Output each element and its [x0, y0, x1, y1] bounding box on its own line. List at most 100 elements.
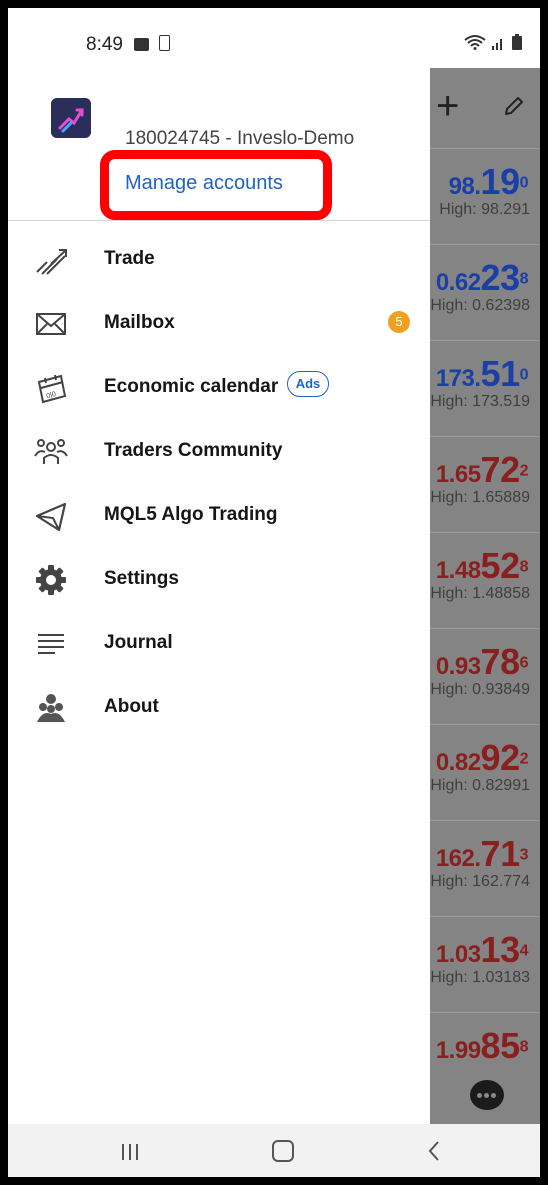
- menu-item-about[interactable]: About: [8, 678, 430, 738]
- manage-accounts-link[interactable]: Manage accounts: [125, 172, 283, 195]
- high-price: High: 173.519: [430, 393, 530, 410]
- menu-label: Economic calendar: [104, 376, 279, 397]
- price-superscript: 8: [519, 558, 529, 576]
- menu-item-trade[interactable]: Trade: [8, 230, 430, 290]
- bid-price: 162.713: [436, 833, 529, 875]
- quotes-panel: + 98.190 High: 98.291 0.62238 High: 0.62398…: [430, 68, 540, 1124]
- price-superscript: 2: [519, 462, 529, 480]
- menu-label: Journal: [104, 632, 173, 653]
- price-large: 23: [480, 257, 521, 298]
- bid-price: 98.190: [448, 161, 529, 203]
- quote-row[interactable]: 0.93786 High: 0.93849: [430, 628, 540, 725]
- menu-item-settings[interactable]: Settings: [8, 550, 430, 610]
- status-time: 8:49: [86, 34, 123, 55]
- edit-pencil-icon[interactable]: [502, 94, 526, 118]
- menu-label: About: [104, 696, 159, 717]
- price-large: 52: [480, 545, 521, 586]
- price-superscript: 0: [519, 174, 529, 192]
- quote-row[interactable]: 1.03134 High: 1.03183: [430, 916, 540, 1013]
- menu-label: Settings: [104, 568, 179, 589]
- gear-icon: [36, 565, 66, 595]
- price-superscript: 2: [519, 750, 529, 768]
- price-small: 0.93: [435, 653, 481, 680]
- divider: [8, 220, 430, 221]
- price-large: 72: [480, 449, 521, 490]
- menu-item-traders-community[interactable]: Traders Community: [8, 422, 430, 482]
- price-small: 0.62: [435, 269, 481, 296]
- signal-icon: [492, 39, 502, 50]
- quote-row[interactable]: 0.62238 High: 0.62398: [430, 244, 540, 341]
- bid-price: 173.510: [435, 353, 529, 395]
- bid-price: 0.82922: [435, 737, 529, 779]
- menu-label: MQL5 Algo Trading: [104, 504, 278, 525]
- journal-icon: [38, 634, 64, 654]
- bid-price: 1.99858: [435, 1025, 529, 1067]
- price-large: 13: [480, 929, 521, 970]
- quote-row[interactable]: 173.510 High: 173.519: [430, 340, 540, 437]
- community-icon: [34, 439, 68, 464]
- price-superscript: 8: [519, 1038, 529, 1056]
- send-icon: [35, 502, 67, 532]
- quote-row[interactable]: 98.190 High: 98.291: [430, 148, 540, 245]
- app-logo: [51, 98, 91, 138]
- price-superscript: 8: [519, 270, 529, 288]
- system-navigation-bar: [8, 1124, 540, 1177]
- battery-icon: [512, 34, 522, 50]
- calendar-icon: 0|0: [37, 374, 67, 404]
- menu-item-mql5-algo-trading[interactable]: MQL5 Algo Trading: [8, 486, 430, 546]
- quotes-header: +: [430, 68, 540, 148]
- price-large: 71: [480, 833, 521, 874]
- menu-label: Trade: [104, 248, 155, 269]
- high-price: High: 98.291: [439, 201, 530, 218]
- price-large: 85: [480, 1025, 521, 1066]
- mail-icon: [36, 313, 66, 335]
- menu-item-journal[interactable]: Journal: [8, 614, 430, 674]
- quote-row[interactable]: 0.82922 High: 0.82991: [430, 724, 540, 821]
- menu-label: Traders Community: [104, 440, 283, 461]
- price-superscript: 0: [519, 366, 529, 384]
- unread-count-badge: 5: [388, 311, 410, 333]
- price-superscript: 3: [519, 846, 529, 864]
- account-name: 180024745 - Inveslo-Demo: [125, 128, 355, 149]
- phone-screen: 8:49 + 98.190 High: 98.291 0.62238 High:…: [8, 8, 540, 1177]
- quote-row[interactable]: 1.65722 High: 1.65889: [430, 436, 540, 533]
- bid-price: 1.48528: [435, 545, 529, 587]
- price-superscript: 4: [519, 942, 529, 960]
- about-icon: [37, 694, 65, 722]
- price-small: 98.: [448, 173, 481, 200]
- price-small: 1.65: [435, 461, 481, 488]
- navigation-drawer: 180024745 - Inveslo-Demo Manage accounts…: [8, 68, 430, 1124]
- high-price: High: 0.62398: [430, 297, 530, 314]
- back-icon[interactable]: [426, 1140, 442, 1162]
- high-price: High: 0.93849: [430, 681, 530, 698]
- bid-price: 1.03134: [436, 929, 529, 971]
- quote-row[interactable]: 1.48528 High: 1.48858: [430, 532, 540, 629]
- wifi-icon: [464, 35, 486, 50]
- bid-price: 1.65722: [435, 449, 529, 491]
- bid-price: 0.93786: [435, 641, 529, 683]
- recent-apps-icon[interactable]: [120, 1142, 140, 1162]
- gallery-notification-icon: [134, 38, 149, 51]
- clipboard-notification-icon: [159, 35, 170, 51]
- menu-item-mailbox[interactable]: Mailbox 5: [8, 294, 430, 354]
- add-symbol-icon[interactable]: +: [436, 86, 459, 126]
- menu-label: Mailbox: [104, 312, 175, 333]
- bid-price: 0.62238: [435, 257, 529, 299]
- price-small: 1.48: [435, 557, 481, 584]
- price-small: 173.: [435, 365, 481, 392]
- high-price: High: 1.65889: [430, 489, 530, 506]
- price-large: 92: [480, 737, 521, 778]
- high-price: High: 1.03183: [430, 969, 530, 986]
- price-small: 0.82: [435, 749, 481, 776]
- price-large: 19: [480, 161, 521, 202]
- price-large: 51: [480, 353, 521, 394]
- high-price: High: 162.774: [430, 873, 530, 890]
- home-icon[interactable]: [272, 1140, 294, 1162]
- chat-icon[interactable]: [470, 1080, 504, 1110]
- status-bar: 8:49: [8, 8, 540, 68]
- menu-item-economic-calendar[interactable]: 0|0 Economic calendar Ads: [8, 358, 430, 418]
- trade-icon: [36, 249, 67, 275]
- quote-row[interactable]: 162.713 High: 162.774: [430, 820, 540, 917]
- price-large: 78: [480, 641, 521, 682]
- price-small: 1.99: [435, 1037, 481, 1064]
